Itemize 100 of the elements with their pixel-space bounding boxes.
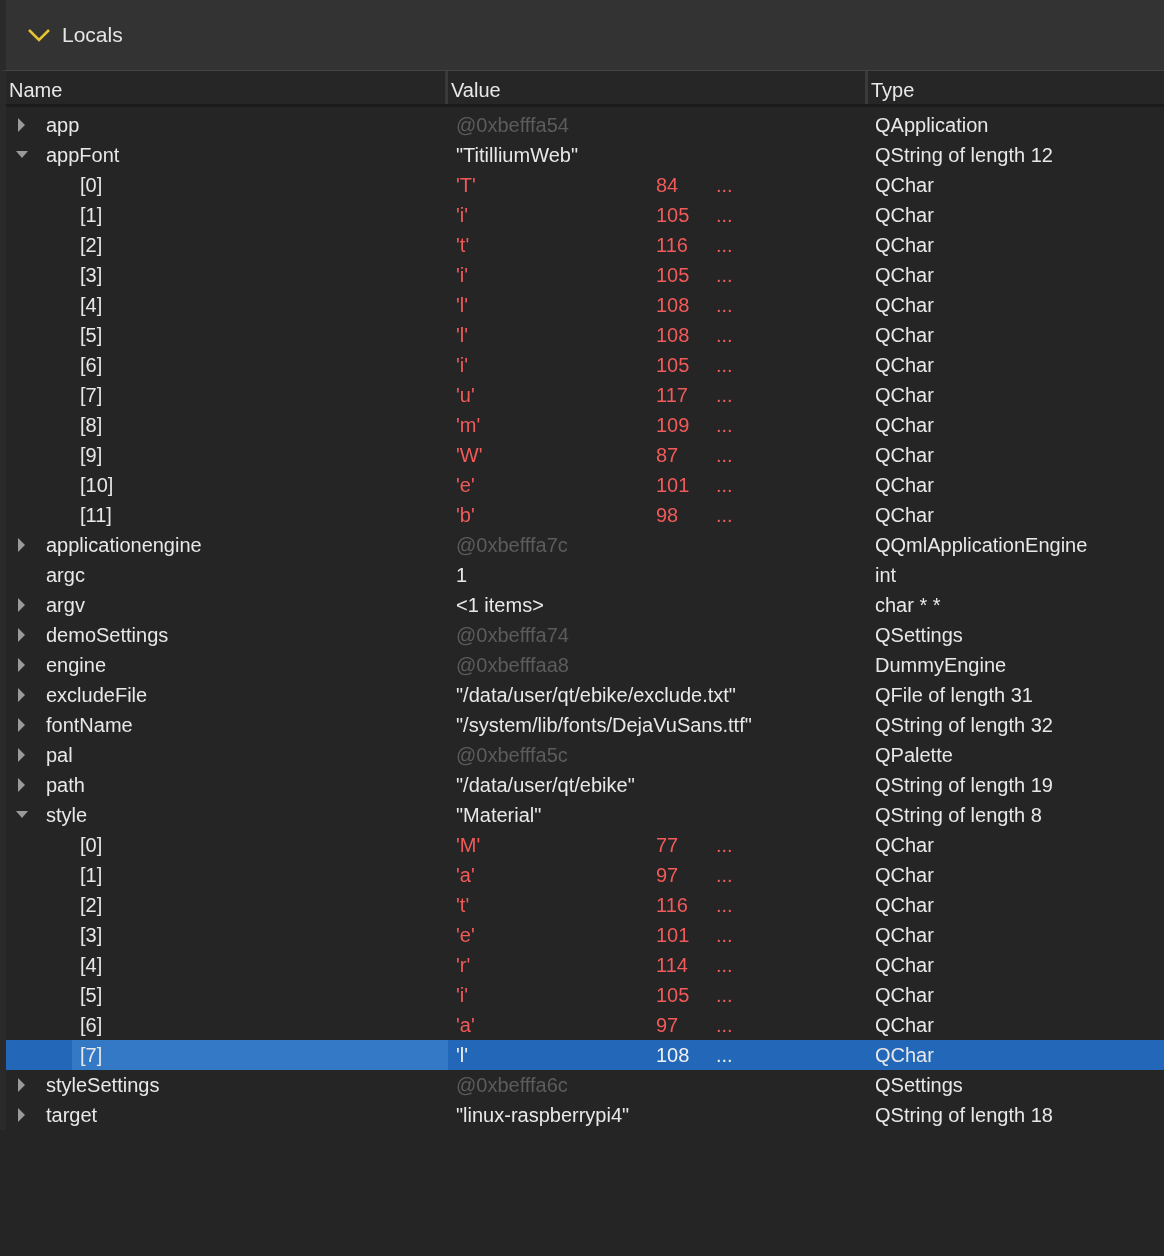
variable-name: [3]: [79, 263, 103, 287]
char-code: 105: [656, 353, 690, 376]
expand-arrow-icon[interactable]: [16, 778, 28, 792]
char-code: 108: [656, 323, 690, 346]
more-ellipsis: ...: [716, 953, 733, 977]
char-code: 105: [656, 263, 690, 286]
tree-row[interactable]: [9] 'W' 87 ... QChar: [6, 440, 1164, 470]
char-code: 108: [656, 293, 690, 316]
variable-name: argc: [46, 563, 85, 587]
variable-type: QChar: [874, 893, 935, 917]
variable-value: 'r': [456, 953, 471, 976]
tree-row[interactable]: fontName "/system/lib/fonts/DejaVuSans.ttf" QString of length 32: [6, 710, 1164, 740]
variable-type: QChar: [874, 1043, 935, 1067]
tree-row[interactable]: target "linux-raspberrypi4" QString of length 18: [6, 1100, 1164, 1130]
variable-type: QQmlApplicationEngine: [874, 533, 1089, 557]
variable-name: fontName: [46, 713, 133, 737]
variable-name: [0]: [79, 833, 103, 857]
tree-row[interactable]: [1] 'a' 97 ... QChar: [6, 860, 1164, 890]
expand-arrow-icon[interactable]: [16, 1078, 28, 1092]
tree-row[interactable]: [5] 'l' 108 ... QChar: [6, 320, 1164, 350]
tree-row[interactable]: appFont "TitilliumWeb" QString of length 12: [6, 140, 1164, 170]
variable-type: QChar: [874, 263, 935, 287]
char-code: 97: [656, 863, 679, 886]
char-code: 105: [656, 203, 690, 226]
chevron-icon[interactable]: [26, 26, 52, 44]
column-header[interactable]: Value: [448, 71, 868, 104]
variable-type: QChar: [874, 323, 935, 347]
variable-type: QChar: [874, 353, 935, 377]
tree-row[interactable]: [2] 't' 116 ... QChar: [6, 890, 1164, 920]
variable-value: 'l': [456, 323, 469, 346]
variable-value: 'l': [456, 1043, 469, 1066]
variable-name: [1]: [79, 203, 103, 227]
more-ellipsis: ...: [716, 443, 733, 467]
variable-name: demoSettings: [46, 623, 169, 647]
variable-name: [4]: [79, 293, 103, 317]
expand-arrow-icon[interactable]: [16, 658, 28, 672]
expand-arrow-icon[interactable]: [16, 748, 28, 762]
tree-row[interactable]: [0] 'T' 84 ... QChar: [6, 170, 1164, 200]
tree-row[interactable]: [8] 'm' 109 ... QChar: [6, 410, 1164, 440]
more-ellipsis: ...: [716, 353, 733, 377]
more-ellipsis: ...: [716, 203, 733, 227]
tree-row[interactable]: excludeFile "/data/user/qt/ebike/exclude.txt" QFile of length 31: [6, 680, 1164, 710]
variable-name: [5]: [79, 983, 103, 1007]
tree-row[interactable]: [6] 'a' 97 ... QChar: [6, 1010, 1164, 1040]
variable-name: style: [46, 803, 88, 827]
variable-type: QString of length 19: [874, 773, 1054, 797]
tree-row[interactable]: [2] 't' 116 ... QChar: [6, 230, 1164, 260]
more-ellipsis: ...: [716, 983, 733, 1007]
variable-name: [7]: [79, 383, 103, 407]
expand-arrow-icon[interactable]: [16, 118, 28, 132]
tree-row[interactable]: [6] 'i' 105 ... QChar: [6, 350, 1164, 380]
tree-row[interactable]: argv <1 items> char * *: [6, 590, 1164, 620]
more-ellipsis: ...: [716, 863, 733, 887]
char-code: 105: [656, 983, 690, 1006]
more-ellipsis: ...: [716, 923, 733, 947]
variable-type: QChar: [874, 923, 935, 947]
tree-row[interactable]: [7] 'l' 108 ... QChar: [6, 1040, 1164, 1070]
char-code: 116: [656, 893, 688, 916]
more-ellipsis: ...: [716, 473, 733, 497]
more-ellipsis: ...: [716, 173, 733, 197]
variable-name: target: [46, 1103, 98, 1127]
expand-arrow-icon[interactable]: [16, 598, 28, 612]
tree-row[interactable]: [3] 'e' 101 ... QChar: [6, 920, 1164, 950]
tree-row[interactable]: path "/data/user/qt/ebike" QString of length 19: [6, 770, 1164, 800]
tree-row[interactable]: [11] 'b' 98 ... QChar: [6, 500, 1164, 530]
tree-row[interactable]: [0] 'M' 77 ... QChar: [6, 830, 1164, 860]
tree-row[interactable]: [7] 'u' 117 ... QChar: [6, 380, 1164, 410]
variable-value: 't': [456, 893, 470, 916]
column-header[interactable]: Type: [868, 71, 1164, 104]
variable-type: QChar: [874, 473, 935, 497]
variable-type: QChar: [874, 383, 935, 407]
more-ellipsis: ...: [716, 833, 733, 857]
variable-type: QChar: [874, 1013, 935, 1037]
tree-row[interactable]: [10] 'e' 101 ... QChar: [6, 470, 1164, 500]
variable-name: [0]: [79, 173, 103, 197]
tree-row[interactable]: [5] 'i' 105 ... QChar: [6, 980, 1164, 1010]
tree-row[interactable]: [4] 'l' 108 ... QChar: [6, 290, 1164, 320]
variable-name: [7]: [79, 1043, 103, 1067]
variable-type: QChar: [874, 833, 935, 857]
variable-name: [2]: [79, 233, 103, 257]
variable-name: [2]: [79, 893, 103, 917]
tree-row[interactable]: [1] 'i' 105 ... QChar: [6, 200, 1164, 230]
variable-value: 'e': [456, 473, 475, 496]
tree-row[interactable]: argc 1 int: [6, 560, 1164, 590]
column-header[interactable]: Name: [6, 71, 448, 104]
expand-arrow-icon[interactable]: [16, 1108, 28, 1122]
variable-value: 'T': [456, 173, 476, 196]
tree-row[interactable]: style "Material" QString of length 8: [6, 800, 1164, 830]
tree-row[interactable]: [4] 'r' 114 ... QChar: [6, 950, 1164, 980]
variable-value: 'u': [456, 383, 475, 406]
tree-row[interactable]: [3] 'i' 105 ... QChar: [6, 260, 1164, 290]
expand-arrow-icon[interactable]: [16, 718, 28, 732]
variable-type: QChar: [874, 983, 935, 1007]
more-ellipsis: ...: [716, 383, 733, 407]
expand-arrow-icon[interactable]: [16, 688, 28, 702]
expand-arrow-icon[interactable]: [16, 538, 28, 552]
more-ellipsis: ...: [716, 233, 733, 257]
expand-arrow-icon[interactable]: [16, 628, 28, 642]
more-ellipsis: ...: [716, 503, 733, 527]
variable-value: 'l': [456, 293, 469, 316]
